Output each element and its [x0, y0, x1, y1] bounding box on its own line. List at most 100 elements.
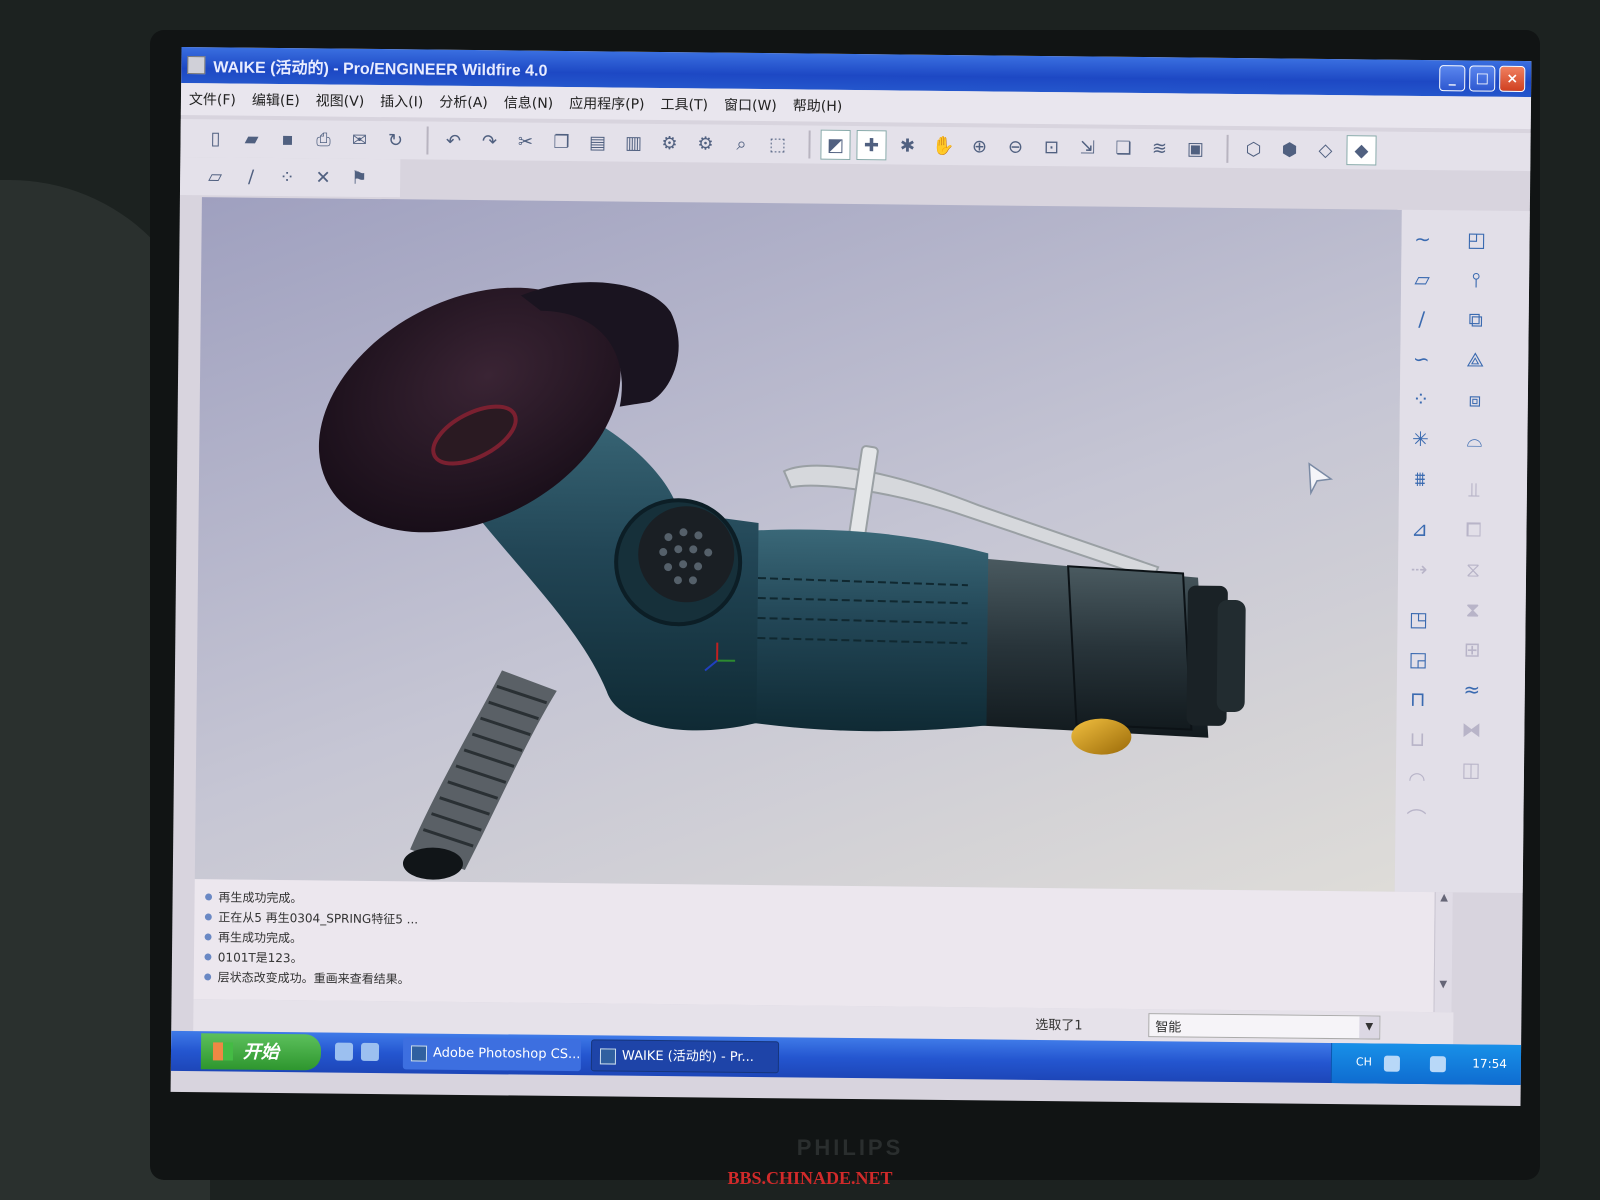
shell-icon[interactable]: ◠: [1402, 764, 1432, 794]
chevron-down-icon[interactable]: ▼: [1359, 1016, 1380, 1039]
spin-center-icon[interactable]: ✚: [856, 130, 887, 161]
menu-window[interactable]: 窗口(W): [724, 95, 777, 116]
task-label: Adobe Photoshop CS...: [432, 1045, 581, 1063]
regenerate-model-icon[interactable]: ⚙: [654, 128, 684, 158]
open-folder-icon[interactable]: ▰: [236, 124, 266, 154]
csys-icon[interactable]: ✕: [308, 162, 338, 192]
scroll-down-icon[interactable]: ▼: [1435, 979, 1452, 990]
zoom-in-icon[interactable]: ⊕: [964, 131, 994, 161]
saved-views-icon[interactable]: ❏: [1108, 133, 1138, 163]
menu-insert[interactable]: 插入(I): [380, 91, 423, 111]
menu-applications[interactable]: 应用程序(P): [569, 93, 645, 114]
undo-icon[interactable]: ↶: [438, 126, 468, 156]
paste-tool-icon[interactable]: ≈: [1457, 674, 1487, 704]
annotation-icon[interactable]: ⚑: [344, 163, 374, 193]
find-icon[interactable]: ⌕: [726, 129, 756, 159]
analysis-tool-icon[interactable]: ⩩: [1405, 464, 1435, 494]
datum-point-tool-icon[interactable]: ⁘: [1406, 384, 1436, 414]
redo-icon[interactable]: ↷: [474, 126, 504, 156]
save-icon[interactable]: ▪: [272, 124, 302, 154]
task-photoshop[interactable]: Adobe Photoshop CS...: [402, 1037, 582, 1072]
side-handle: [402, 670, 557, 880]
close-button[interactable]: ×: [1499, 65, 1526, 93]
extrude-icon[interactable]: ◳: [1403, 604, 1433, 634]
maximize-button[interactable]: □: [1469, 65, 1496, 92]
thicken-icon[interactable]: ⫫: [1459, 474, 1489, 504]
datum-toolbar: ▱ ∕ ⁘ ✕ ⚑: [179, 156, 401, 198]
scroll-up-icon[interactable]: ▲: [1436, 892, 1453, 903]
hidden-line-icon[interactable]: ⬢: [1274, 134, 1304, 164]
windows-logo-icon: [212, 1042, 234, 1061]
task-label: WAIKE (活动的) - Pr...: [621, 1048, 755, 1066]
warp-icon[interactable]: ⧖: [1458, 554, 1488, 584]
graphics-viewport[interactable]: [194, 197, 1402, 892]
revolve-icon[interactable]: ◲: [1403, 644, 1433, 674]
datum-point-icon[interactable]: ⁘: [272, 162, 302, 192]
volume-icon[interactable]: [1429, 1056, 1447, 1073]
mirror-icon[interactable]: ⟁: [1460, 344, 1490, 374]
datum-curve-icon[interactable]: ∼: [1407, 224, 1437, 254]
copy-icon[interactable]: ❐: [546, 127, 576, 157]
select-box-icon[interactable]: ⬚: [762, 129, 792, 159]
sketch-curve-icon[interactable]: ∽: [1406, 344, 1436, 374]
datum-axis-tool-icon[interactable]: ∕: [1407, 304, 1437, 334]
menu-info[interactable]: 信息(N): [504, 92, 554, 113]
task-proe[interactable]: WAIKE (活动的) - Pr...: [590, 1039, 780, 1074]
print-icon[interactable]: ⎙: [308, 124, 338, 154]
app-icon: [187, 56, 206, 75]
message-scrollbar[interactable]: ▲ ▼: [1433, 892, 1453, 1013]
menu-analysis[interactable]: 分析(A): [439, 92, 488, 113]
chamfer-icon[interactable]: ◰: [1461, 224, 1491, 254]
start-button[interactable]: 开始: [200, 1033, 322, 1071]
repaint-icon[interactable]: ◩: [820, 129, 851, 160]
datum-plane-icon[interactable]: ▱: [200, 161, 230, 191]
ie-icon[interactable]: [334, 1042, 354, 1061]
merge-icon[interactable]: ⧈: [1460, 384, 1490, 414]
email-icon[interactable]: ✉: [344, 125, 374, 155]
menu-edit[interactable]: 编辑(E): [252, 90, 300, 110]
style-icon[interactable]: ⧗: [1458, 594, 1488, 624]
csys-tool-icon[interactable]: ✳: [1405, 424, 1435, 454]
hole-icon[interactable]: ⊔: [1402, 724, 1432, 754]
menu-file[interactable]: 文件(F): [189, 89, 236, 109]
wireframe-icon[interactable]: ⬡: [1238, 134, 1268, 164]
selection-count: 选取了1: [1035, 1017, 1083, 1034]
note-icon[interactable]: ⊿: [1404, 514, 1434, 544]
pan-icon[interactable]: ✋: [928, 131, 958, 161]
layers-icon[interactable]: ≋: [1144, 133, 1174, 163]
minimize-button[interactable]: _: [1439, 65, 1466, 92]
rib-icon[interactable]: ⊓: [1403, 684, 1433, 714]
surface-icon[interactable]: ◫: [1456, 754, 1486, 784]
selection-filter[interactable]: 智能 ▼: [1148, 1013, 1381, 1040]
new-file-icon[interactable]: ▯: [200, 123, 230, 153]
round-icon[interactable]: ⌒: [1401, 804, 1431, 834]
datum-axis-icon[interactable]: ∕: [236, 162, 266, 192]
input-method-icon[interactable]: [1383, 1055, 1401, 1072]
no-hidden-icon[interactable]: ◇: [1310, 135, 1340, 165]
cut-icon[interactable]: ✂: [510, 126, 540, 156]
pattern-icon[interactable]: ⧉: [1461, 304, 1491, 334]
toolbar-separator: [1226, 134, 1229, 163]
zoom-out-icon[interactable]: ⊖: [1000, 132, 1030, 162]
refit-icon[interactable]: ⊡: [1036, 132, 1066, 162]
reorient-icon[interactable]: ⇲: [1072, 132, 1102, 162]
select-icon[interactable]: ⧓: [1456, 714, 1486, 744]
datum-plane-tool-icon[interactable]: ▱: [1407, 264, 1437, 294]
trim-icon[interactable]: ⌓: [1459, 424, 1489, 454]
paste-icon[interactable]: ▤: [582, 127, 612, 157]
paste-special-icon[interactable]: ▥: [618, 128, 648, 158]
view-manager-icon[interactable]: ▣: [1180, 133, 1210, 163]
shading-icon[interactable]: ◆: [1346, 135, 1377, 166]
solidify-icon[interactable]: ⧠: [1458, 514, 1488, 544]
draft-icon[interactable]: ⫯: [1461, 264, 1491, 294]
menu-help[interactable]: 帮助(H): [793, 95, 843, 116]
menu-view[interactable]: 视图(V): [316, 90, 365, 111]
regen-manager-icon[interactable]: ⚙: [690, 128, 720, 158]
orient-mode-icon[interactable]: ✱: [892, 130, 922, 160]
show-desktop-icon[interactable]: [360, 1042, 380, 1062]
menu-tools[interactable]: 工具(T): [660, 94, 708, 114]
offset-icon[interactable]: ⇢: [1404, 554, 1434, 584]
language-indicator[interactable]: CH: [1356, 1055, 1372, 1068]
regenerate-icon[interactable]: ↻: [380, 125, 410, 155]
copy-tool-icon[interactable]: ⊞: [1457, 634, 1487, 664]
